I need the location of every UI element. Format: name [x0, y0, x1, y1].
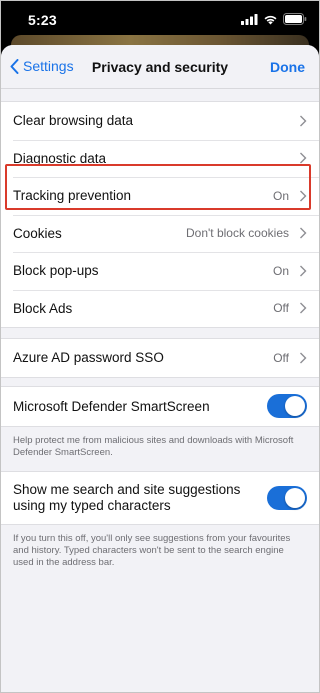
nav-bar: Settings Privacy and security Done [1, 45, 319, 89]
smartscreen-footnote: Help protect me from malicious sites and… [13, 434, 294, 458]
row-label: Cookies [13, 225, 62, 241]
suggestions-toggle[interactable] [267, 485, 307, 510]
settings-sheet: Settings Privacy and security Done Clear… [1, 45, 319, 692]
row-search-suggestions: Show me search and site suggestions usin… [1, 471, 319, 524]
row-value: Off [273, 301, 289, 316]
row-clear-browsing-data[interactable]: Clear browsing data [1, 102, 319, 140]
phone-frame: 5:23 Settings Privacy and security Done … [0, 0, 320, 693]
chevron-right-icon [300, 152, 307, 164]
settings-group-suggestions: Show me search and site suggestions usin… [1, 470, 319, 525]
row-value: Don't block cookies [185, 226, 289, 241]
row-label: Azure AD password SSO [13, 350, 164, 366]
row-label: Diagnostic data [13, 150, 107, 166]
row-label: Clear browsing data [13, 113, 134, 129]
status-time: 5:23 [28, 12, 57, 28]
row-label: Show me search and site suggestions usin… [13, 482, 267, 514]
chevron-right-icon [300, 227, 307, 239]
chevron-right-icon [300, 302, 307, 314]
row-label: Microsoft Defender SmartScreen [13, 398, 210, 414]
row-cookies[interactable]: Cookies Don't block cookies [1, 214, 319, 252]
row-label-line1: Show me search and site suggestions [13, 481, 241, 497]
settings-group-azure: Azure AD password SSO Off [1, 338, 319, 378]
row-label: Tracking prevention [13, 188, 132, 204]
row-value: On [272, 188, 289, 203]
settings-group-main: Clear browsing data Diagnostic data Trac… [1, 101, 319, 328]
chevron-right-icon [300, 352, 307, 364]
wifi-icon [264, 15, 277, 24]
row-label: Block Ads [13, 300, 73, 316]
smartscreen-toggle[interactable] [267, 394, 307, 418]
row-defender-smartscreen: Microsoft Defender SmartScreen [1, 386, 319, 426]
row-value: On [272, 263, 289, 278]
settings-group-smartscreen: Microsoft Defender SmartScreen [1, 385, 319, 427]
chevron-right-icon [300, 190, 307, 202]
row-value: Off [273, 350, 289, 365]
signal-icon [241, 13, 258, 25]
row-label-line2: using my typed characters [13, 497, 171, 513]
done-button[interactable]: Done [270, 59, 305, 75]
status-bar: 5:23 [1, 1, 319, 39]
row-azure-ad-sso[interactable]: Azure AD password SSO Off [1, 339, 319, 377]
row-block-ads[interactable]: Block Ads Off [1, 289, 319, 327]
row-label: Block pop-ups [13, 263, 99, 279]
chevron-right-icon [300, 265, 307, 277]
chevron-right-icon [300, 115, 307, 127]
battery-icon [283, 13, 307, 25]
status-icons [241, 13, 307, 25]
suggestions-footnote: If you turn this off, you'll only see su… [13, 532, 291, 568]
row-tracking-prevention[interactable]: Tracking prevention On [1, 177, 319, 215]
row-block-popups[interactable]: Block pop-ups On [1, 252, 319, 290]
row-diagnostic-data[interactable]: Diagnostic data [1, 139, 319, 177]
